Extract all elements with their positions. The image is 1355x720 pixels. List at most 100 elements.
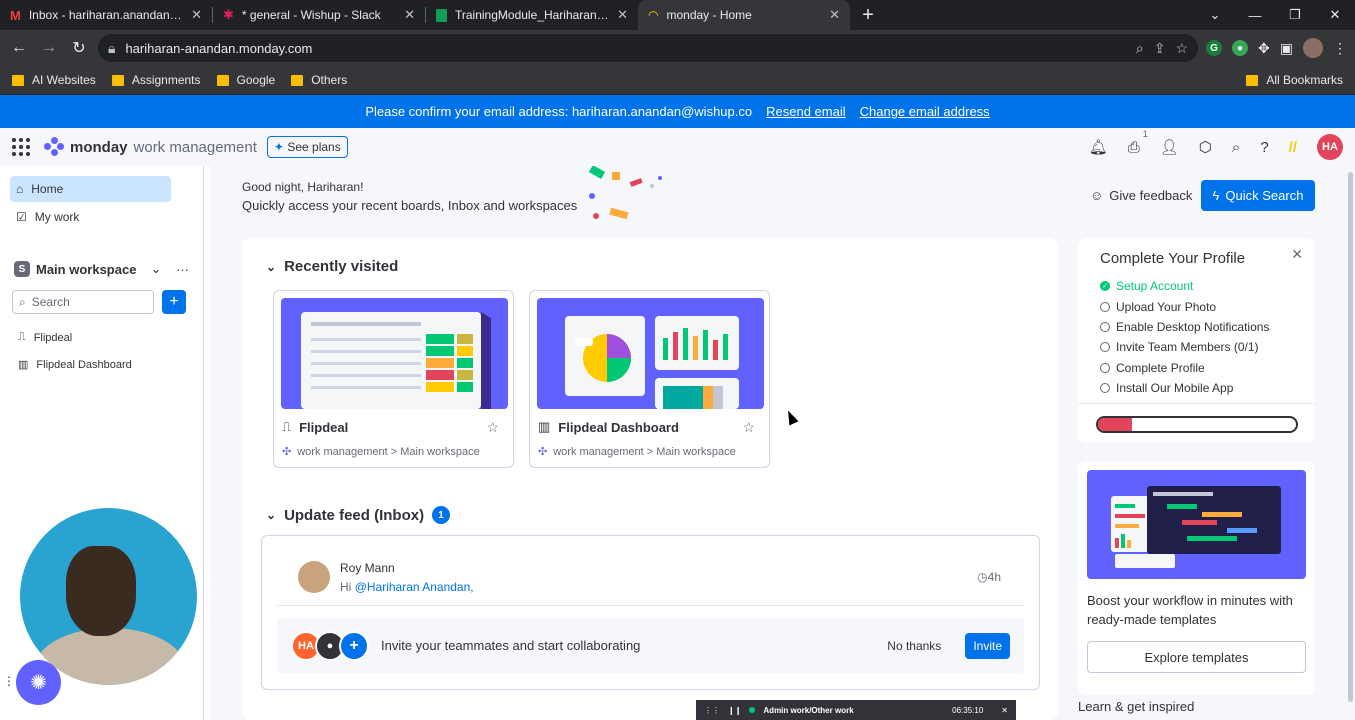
no-thanks-button[interactable]: No thanks — [887, 639, 941, 653]
board-breadcrumb: ✣ work management > Main workspace — [282, 445, 480, 459]
board-title: Flipdeal Dashboard — [558, 419, 679, 435]
give-feedback-button[interactable]: ☺ Give feedback — [1090, 188, 1192, 203]
drag-handle-icon[interactable]: ⋮⋮ — [704, 706, 720, 715]
profile-title: Complete Your Profile — [1100, 250, 1246, 267]
minimize-icon[interactable]: — — [1235, 0, 1275, 30]
update-message[interactable]: Hi @Hariharan Anandan, — [340, 580, 474, 594]
time-tracker-bar: ⋮⋮ ❙❙ Admin work/Other work 06:35:10 ✕ — [696, 700, 1016, 720]
bell-icon[interactable]: 🔔︎ — [1089, 138, 1108, 156]
search-icon[interactable]: ⌕ — [1232, 139, 1240, 156]
apps-grid-icon[interactable] — [12, 138, 30, 156]
url-field[interactable]: 🔒︎ hariharan-anandan.monday.com ⌕ ⇪ ☆ — [98, 34, 1199, 62]
star-icon[interactable]: ☆ — [742, 419, 755, 436]
board-label: Flipdeal — [33, 331, 73, 344]
resend-email-link[interactable]: Resend email — [766, 104, 846, 119]
profile-step[interactable]: Upload Your Photo — [1100, 296, 1269, 316]
bookmark-folder[interactable]: Google — [216, 73, 275, 87]
more-options-icon[interactable]: ··· — [176, 262, 189, 277]
sidebar-item-home[interactable]: ⌂ Home — [10, 176, 171, 202]
apps-icon[interactable]: ⬡ — [1199, 138, 1212, 156]
recently-visited-header[interactable]: ⌄ Recently visited — [266, 258, 398, 275]
quick-search-button[interactable]: ϟ Quick Search — [1201, 180, 1315, 211]
sidebar-board-item[interactable]: ▥ Flipdeal Dashboard — [0, 351, 203, 378]
page-scrollbar[interactable] — [1347, 166, 1355, 720]
recent-board-card[interactable]: ⎍ Flipdeal ☆ ✣ work management > Main wo… — [273, 290, 514, 468]
step-label: Enable Desktop Notifications — [1116, 319, 1270, 334]
new-tab-button[interactable]: + — [850, 0, 886, 30]
avatar[interactable]: HA — [1317, 134, 1343, 160]
search-input[interactable]: ⌕ Search — [12, 290, 154, 314]
lock-icon[interactable]: 🔒︎ — [108, 40, 115, 57]
change-email-link[interactable]: Change email address — [860, 104, 990, 119]
profile-step[interactable]: Enable Desktop Notifications — [1100, 317, 1269, 337]
update-feed-header[interactable]: ⌄ Update feed (Inbox) 1 — [266, 506, 451, 524]
tab-slack[interactable]: ✱ * general - Wishup - Slack ✕ — [213, 0, 425, 30]
search-placeholder: Search — [31, 295, 70, 309]
bookmark-folder[interactable]: AI Websites — [12, 73, 96, 87]
divider — [277, 605, 1024, 606]
pause-icon[interactable]: ❙❙ — [728, 706, 741, 715]
grammarly-icon[interactable]: G — [1206, 40, 1223, 56]
bookmark-folder[interactable]: Assignments — [111, 73, 201, 87]
forward-icon[interactable]: → — [38, 37, 60, 59]
profile-avatar[interactable] — [1303, 38, 1323, 58]
reload-icon[interactable]: ↻ — [68, 37, 90, 59]
brand-logo[interactable]: monday work management — [44, 137, 257, 157]
sidebar-item-my-work[interactable]: ☑ My work — [10, 204, 171, 230]
restore-icon[interactable]: ❐ — [1275, 0, 1315, 30]
zoom-icon[interactable]: ⌕ — [1136, 40, 1144, 57]
see-plans-button[interactable]: ✦ See plans — [266, 136, 348, 158]
close-icon[interactable]: ✕ — [404, 7, 415, 23]
chevron-down-icon[interactable]: ⌄ — [1195, 0, 1235, 30]
greeting-subtitle: Quickly access your recent boards, Inbox… — [242, 198, 578, 213]
close-icon[interactable]: ✕ — [1291, 246, 1303, 263]
extension-icon[interactable]: ● — [1232, 40, 1249, 56]
puzzle-icon[interactable]: ✥ — [1258, 40, 1270, 57]
profile-step[interactable]: Invite Team Members (0/1) — [1100, 337, 1269, 357]
recent-board-card[interactable]: ▥ Flipdeal Dashboard ☆ ✣ work management… — [529, 290, 770, 468]
kebab-menu-icon[interactable]: ⋮ — [1333, 40, 1347, 57]
tab-title: Inbox - hariharan.anandan@wishup.co — [28, 8, 183, 22]
tab-gmail[interactable]: M Inbox - hariharan.anandan@wishup.co ✕ — [0, 0, 212, 30]
topnav-actions: 🔔︎ ⎙ 1 👤︎ ⬡ ⌕ ? // HA — [1089, 129, 1343, 160]
lightning-icon: ϟ — [1212, 188, 1220, 203]
mention-link[interactable]: @Hariharan Anandan, — [355, 580, 474, 594]
avatar[interactable] — [298, 561, 330, 593]
profile-step[interactable]: ✓ Setup Account — [1100, 276, 1269, 296]
folder-icon — [291, 74, 304, 86]
close-icon[interactable]: ✕ — [829, 7, 840, 23]
sidebar-board-item[interactable]: ⎍ Flipdeal — [0, 324, 203, 351]
star-icon[interactable]: ☆ — [486, 419, 499, 436]
invite-button[interactable]: Invite — [965, 632, 1010, 659]
help-icon[interactable]: ? — [1260, 139, 1268, 156]
add-item-button[interactable]: + — [162, 290, 186, 314]
share-icon[interactable]: ⇪ — [1154, 40, 1166, 57]
close-icon[interactable]: ✕ — [191, 7, 202, 23]
webcam-person-head — [66, 546, 136, 636]
profile-step[interactable]: Install Our Mobile App — [1100, 378, 1269, 398]
tracker-time: 06:35:10 — [952, 705, 984, 715]
close-window-icon[interactable]: ✕ — [1315, 0, 1355, 30]
inbox-icon[interactable]: ⎙ 1 — [1128, 129, 1148, 156]
scrollbar-thumb[interactable] — [1348, 172, 1353, 702]
tab-monday[interactable]: ◠ monday - Home ✕ — [638, 0, 850, 30]
dashboard-icon: ▥ — [18, 359, 29, 371]
explore-templates-button[interactable]: Explore templates — [1087, 641, 1306, 673]
home-feed-card: ⌄ Recently visited ⎍ Flipdeal ☆ ✣ work m… — [242, 238, 1058, 720]
workspace-selector[interactable]: S Main workspace ⌄ ··· — [0, 254, 203, 284]
update-time: ◷4h — [977, 570, 1001, 584]
profile-step[interactable]: Complete Profile — [1100, 358, 1269, 378]
star-icon[interactable]: ☆ — [1175, 40, 1188, 57]
sidepanel-icon[interactable]: ▣ — [1280, 40, 1293, 57]
close-icon[interactable]: ✕ — [1001, 706, 1008, 715]
bookmark-folder[interactable]: Others — [291, 73, 347, 87]
help-widget-button[interactable]: ✺ — [16, 660, 61, 705]
back-icon[interactable]: ← — [8, 37, 30, 59]
board-icon: ⎍ — [282, 419, 292, 434]
update-author[interactable]: Roy Mann — [340, 561, 395, 575]
all-bookmarks[interactable]: All Bookmarks — [1246, 73, 1343, 87]
progress-fill — [1098, 418, 1132, 431]
invite-members-icon[interactable]: 👤︎ — [1160, 138, 1179, 156]
close-icon[interactable]: ✕ — [617, 7, 628, 23]
tab-sheets[interactable]: TrainingModule_HariharanAnandan ✕ — [426, 0, 638, 30]
